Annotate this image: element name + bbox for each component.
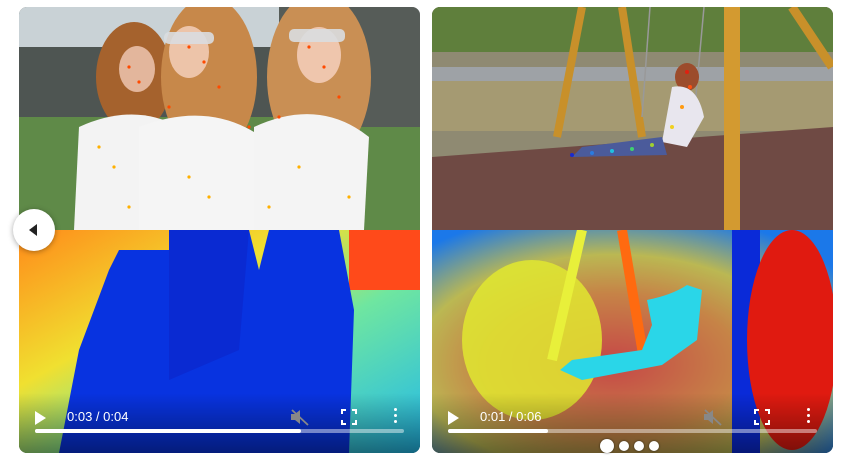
more-vertical-icon[interactable] — [805, 408, 811, 426]
carousel-dot[interactable] — [600, 439, 614, 453]
progress-fill — [448, 429, 548, 433]
carousel-dot[interactable] — [634, 441, 644, 451]
more-vertical-icon[interactable] — [392, 408, 398, 426]
video-frame-lab-scene — [19, 7, 420, 230]
video-frame-swing-scene — [432, 7, 833, 230]
time-display: 0:03 / 0:04 — [67, 409, 129, 424]
play-icon[interactable] — [35, 411, 46, 425]
carousel-dot[interactable] — [649, 441, 659, 451]
play-icon[interactable] — [448, 411, 459, 425]
video-card-1[interactable]: 0:03 / 0:04 — [19, 7, 420, 453]
fullscreen-icon[interactable] — [754, 409, 770, 425]
chevron-left-icon — [29, 224, 37, 236]
video-card-2[interactable]: 0:01 / 0:06 — [432, 7, 833, 453]
volume-muted-icon[interactable] — [289, 407, 311, 427]
carousel-prev-button[interactable] — [13, 209, 55, 251]
progress-bar[interactable] — [35, 429, 404, 433]
carousel-dot[interactable] — [619, 441, 629, 451]
carousel-pagination — [600, 439, 659, 453]
volume-muted-icon[interactable] — [702, 407, 724, 427]
video-controls-1: 0:03 / 0:04 — [19, 393, 420, 453]
fullscreen-icon[interactable] — [341, 409, 357, 425]
progress-bar[interactable] — [448, 429, 817, 433]
time-display: 0:01 / 0:06 — [480, 409, 542, 424]
progress-fill — [35, 429, 301, 433]
